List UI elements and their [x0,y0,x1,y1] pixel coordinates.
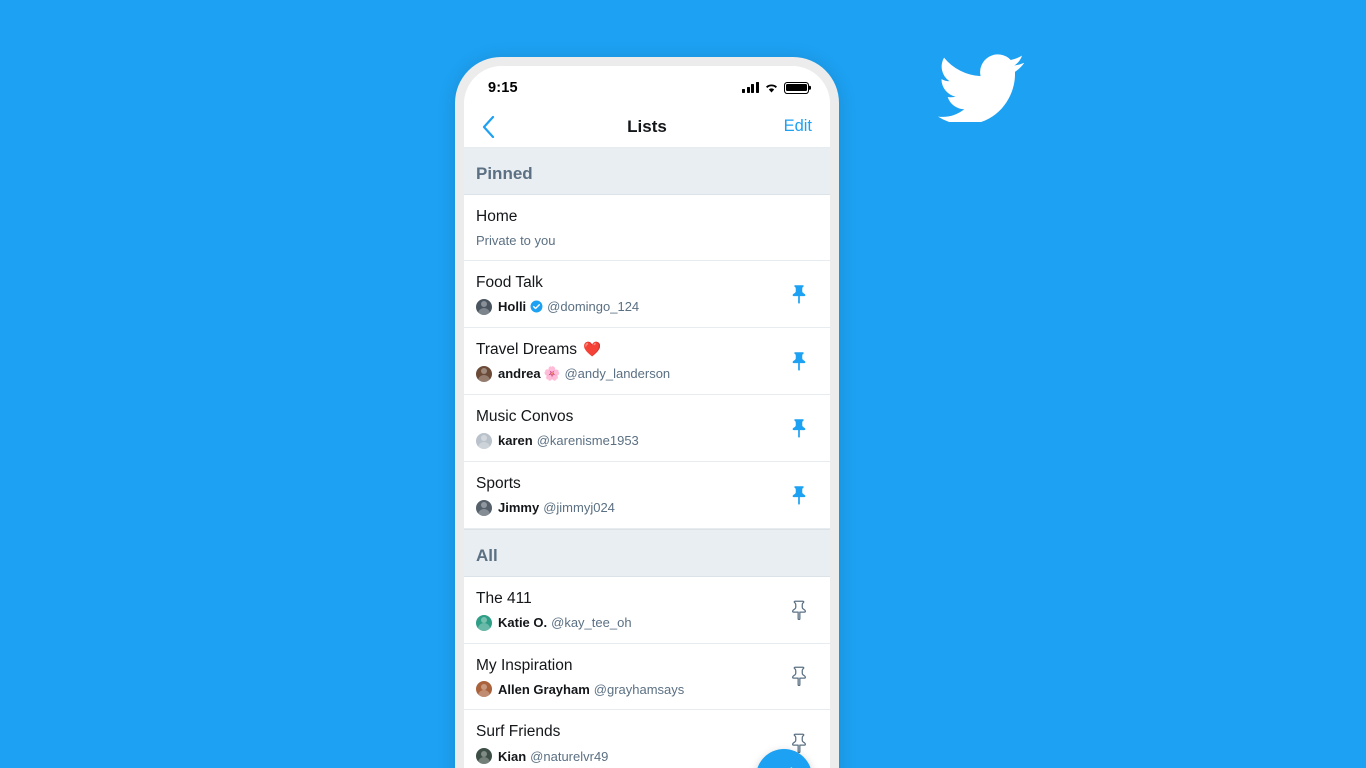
pin-outline-icon[interactable] [786,596,812,624]
owner-display-name-text: Kian [498,748,527,764]
list-owner: Allen Grayham @grayhamsays [476,681,776,698]
chevron-left-icon[interactable] [482,112,510,142]
list-name-text: Surf Friends [476,723,561,741]
avatar [476,614,492,631]
owner-handle: @jimmyj024 [543,500,615,516]
list-row[interactable]: Travel Dreams ❤️ andrea 🌸 @andy_landerson [464,327,830,395]
phone-screen: 9:15 Lists Edit Pinned Home Private to y… [464,66,830,768]
owner-display-name-text: Allen Grayham [498,681,590,697]
list-name: Food Talk [476,273,776,294]
owner-handle: @domingo_124 [547,299,640,315]
list-row[interactable]: Music Convos karen @karenisme1953 [464,394,830,462]
pin-filled-icon[interactable] [786,280,812,308]
section-header-pinned: Pinned [464,148,830,195]
owner-display-name: Kian [498,749,526,764]
navigation-bar: Lists Edit [464,106,830,148]
new-list-icon [789,766,792,768]
owner-handle: @kay_tee_oh [551,615,632,631]
avatar [476,365,492,382]
pin-outline-icon[interactable] [786,662,812,690]
list-name-text: Music Convos [476,407,574,425]
avatar [476,499,492,516]
verified-badge-icon [530,300,543,313]
owner-handle: @andy_landerson [564,366,671,382]
owner-handle: @grayhamsays [593,681,685,697]
list-name: Travel Dreams ❤️ [476,340,776,361]
owner-display-name-text: Holli [498,299,527,315]
lists-scroll-container[interactable]: Pinned Home Private to you Food Talk Holli @d… [464,148,830,768]
list-name: Home [476,207,812,228]
avatar [476,432,492,449]
owner-display-name: karen [498,433,533,448]
list-name-text: Travel Dreams [476,340,578,358]
list-row[interactable]: Food Talk Holli @domingo_124 [464,260,830,328]
list-row-content: Travel Dreams ❤️ andrea 🌸 @andy_landerson [476,340,776,382]
owner-handle: @karenisme1953 [536,433,639,449]
twitter-bird-icon [938,50,1024,122]
owner-display-name: Holli [498,299,526,314]
list-row-content: Home Private to you [476,207,812,248]
list-row-content: Surf Friends Kian @naturelvr49 [476,722,776,765]
owner-display-name-text: Katie O. [498,615,548,631]
owner-display-name: Allen Grayham [498,682,590,697]
list-name-text: The 411 [476,589,532,607]
list-owner: Holli @domingo_124 [476,298,776,315]
owner-display-name-text: Jimmy [498,500,540,516]
list-name-text: My Inspiration [476,656,573,674]
list-name-text: Food Talk [476,273,543,291]
list-row[interactable]: Home Private to you [464,195,830,261]
list-name: Surf Friends [476,722,776,743]
owner-display-name: andrea 🌸 [498,366,560,381]
avatar [476,748,492,765]
list-row-content: Food Talk Holli @domingo_124 [476,273,776,315]
pin-filled-icon[interactable] [786,414,812,442]
list-owner: Katie O. @kay_tee_oh [476,614,776,631]
list-name: Music Convos [476,407,776,428]
battery-full-icon [784,81,809,94]
list-row-content: My Inspiration Allen Grayham @grayhamsays [476,656,776,698]
list-row[interactable]: The 411 Katie O. @kay_tee_oh [464,576,830,644]
status-bar: 9:15 [464,66,830,106]
status-time: 9:15 [488,79,518,96]
list-owner: Private to you [476,233,812,248]
wifi-icon [764,82,779,93]
list-name-text: Sports [476,474,521,492]
owner-display-name-text: andrea [498,366,541,382]
list-owner: andrea 🌸 @andy_landerson [476,365,776,382]
list-name-emoji: ❤️ [583,342,602,359]
avatar [476,298,492,315]
list-owner: Jimmy @jimmyj024 [476,499,776,516]
owner-handle: @naturelvr49 [530,748,609,764]
pin-filled-icon[interactable] [786,347,812,375]
list-row-content: Music Convos karen @karenisme1953 [476,407,776,449]
list-name-text: Home [476,208,518,225]
list-row[interactable]: My Inspiration Allen Grayham @grayhamsays [464,643,830,711]
avatar [476,681,492,698]
list-name: My Inspiration [476,656,776,677]
section-header-all: All [464,528,830,577]
list-privacy-label: Private to you [476,232,556,248]
edit-button[interactable]: Edit [784,117,812,136]
phone-device-frame: 9:15 Lists Edit Pinned Home Private to y… [455,57,839,768]
list-name: The 411 [476,589,776,610]
page-title: Lists [627,116,667,136]
owner-display-name: Jimmy [498,500,539,515]
owner-display-name: Katie O. [498,615,547,630]
status-indicators [742,81,809,94]
list-owner: Kian @naturelvr49 [476,748,776,765]
list-owner: karen @karenisme1953 [476,432,776,449]
list-row-content: The 411 Katie O. @kay_tee_oh [476,589,776,631]
cellular-signal-icon [742,82,759,93]
owner-display-name-text: karen [498,433,533,449]
list-name: Sports [476,474,776,495]
list-row[interactable]: Sports Jimmy @jimmyj024 [464,461,830,529]
owner-name-emoji: 🌸 [543,366,561,382]
pin-filled-icon[interactable] [786,481,812,509]
list-row-content: Sports Jimmy @jimmyj024 [476,474,776,516]
